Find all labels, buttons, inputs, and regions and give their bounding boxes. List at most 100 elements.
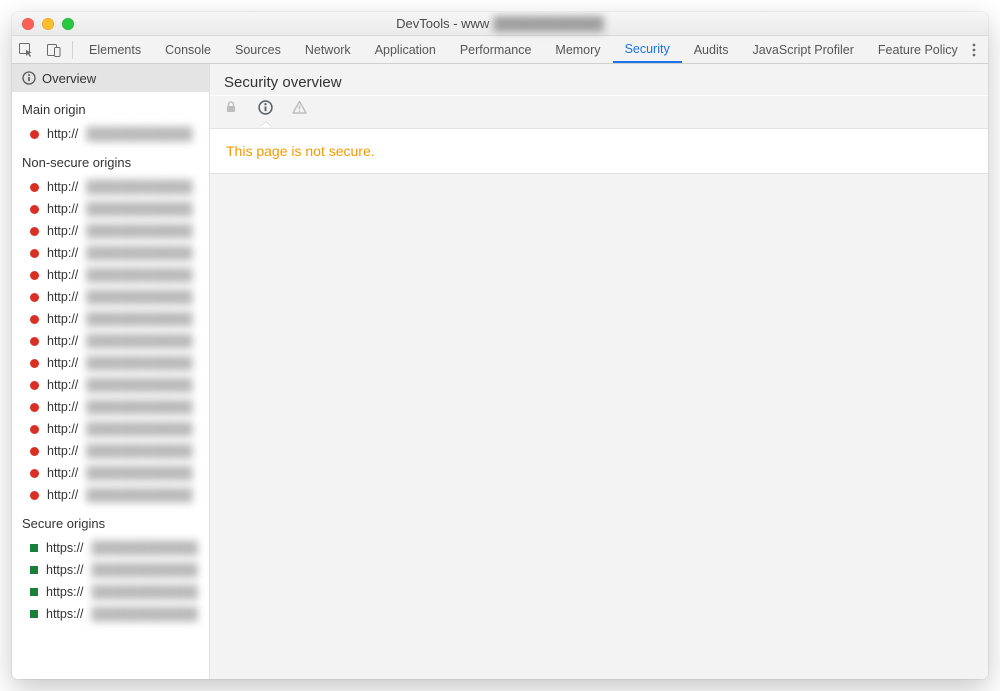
secure-indicator-icon	[30, 610, 38, 618]
origin-item[interactable]: http:// ████████████	[12, 374, 209, 396]
origin-scheme: http://	[47, 246, 78, 260]
tab-javascript-profiler[interactable]: JavaScript Profiler	[740, 36, 865, 63]
origin-item[interactable]: http://████████████	[12, 220, 209, 242]
window-title: DevTools - www ████████████	[12, 16, 988, 31]
insecure-indicator-icon	[30, 447, 39, 456]
origin-host-redacted: ████████████	[86, 334, 192, 348]
origin-scheme: http://	[47, 356, 78, 370]
origin-item[interactable]: http:// ████████████	[12, 440, 209, 462]
origin-scheme: http://	[47, 422, 78, 436]
insecure-indicator-icon	[30, 205, 39, 214]
origin-item[interactable]: http://████████████	[12, 484, 209, 506]
tab-sources[interactable]: Sources	[223, 36, 293, 63]
origin-scheme: http://	[47, 268, 78, 282]
tab-network[interactable]: Network	[293, 36, 363, 63]
origin-item[interactable]: http://████████████	[12, 242, 209, 264]
origin-scheme: http://	[47, 400, 78, 414]
origin-host-redacted: ████████████	[86, 444, 192, 458]
origin-scheme: http://	[47, 312, 78, 326]
origin-scheme: https://	[46, 563, 84, 577]
tab-elements[interactable]: Elements	[77, 36, 153, 63]
origin-item[interactable]: https://████████████	[12, 603, 209, 625]
origin-host-redacted: ████████████	[92, 563, 198, 577]
origin-item[interactable]: http:// ████████████	[12, 418, 209, 440]
origin-scheme: http://	[47, 378, 78, 392]
origin-scheme: https://	[46, 607, 84, 621]
insecure-indicator-icon	[30, 359, 39, 368]
minimize-window-button[interactable]	[42, 18, 54, 30]
insecure-indicator-icon	[30, 227, 39, 236]
tab-security[interactable]: Security	[613, 36, 682, 63]
origin-item[interactable]: http:// ████████████	[12, 264, 209, 286]
tab-application[interactable]: Application	[363, 36, 448, 63]
inspect-element-icon[interactable]	[12, 36, 40, 63]
sidebar-section-title: Main origin	[12, 92, 209, 123]
insecure-indicator-icon	[30, 271, 39, 280]
warning-triangle-icon[interactable]	[292, 100, 308, 116]
origin-host-redacted: ████████████	[86, 466, 192, 480]
origin-item[interactable]: http://████████████	[12, 330, 209, 352]
origin-scheme: http://	[47, 444, 78, 458]
insecure-indicator-icon	[30, 337, 39, 346]
security-status-panel: This page is not secure.	[210, 128, 988, 174]
secure-indicator-icon	[30, 544, 38, 552]
origin-item[interactable]: http:// ████████████	[12, 308, 209, 330]
origin-item[interactable]: https://████████████	[12, 537, 209, 559]
security-state-icons	[210, 96, 988, 126]
origin-item[interactable]: http:// ████████████	[12, 462, 209, 484]
origin-host-redacted: ████████████	[86, 378, 192, 392]
security-main-panel: Security overview This page is not secur…	[210, 64, 988, 679]
close-window-button[interactable]	[22, 18, 34, 30]
insecure-indicator-icon	[30, 491, 39, 500]
insecure-indicator-icon	[30, 249, 39, 258]
sidebar-section-title: Non-secure origins	[12, 145, 209, 176]
devtools-tabbar: ElementsConsoleSourcesNetworkApplication…	[12, 36, 988, 64]
origin-host-redacted: ████████████	[86, 312, 192, 326]
origin-item[interactable]: http://████████████	[12, 176, 209, 198]
origin-item[interactable]: http://████████████	[12, 352, 209, 374]
sidebar-section-title: Secure origins	[12, 506, 209, 537]
security-overview-heading: Security overview	[210, 64, 988, 96]
origin-item[interactable]: https://████████████	[12, 581, 209, 603]
origin-item[interactable]: http://████████████	[12, 286, 209, 308]
insecure-indicator-icon	[30, 293, 39, 302]
insecure-indicator-icon	[30, 403, 39, 412]
window-controls	[12, 18, 74, 30]
origin-item[interactable]: http://████████████	[12, 123, 209, 145]
separator	[72, 41, 73, 59]
origin-scheme: http://	[47, 466, 78, 480]
titlebar: DevTools - www ████████████	[12, 12, 988, 36]
tab-memory[interactable]: Memory	[543, 36, 612, 63]
origin-host-redacted: ████████████	[92, 585, 198, 599]
origin-host-redacted: ████████████	[86, 422, 192, 436]
sidebar-overview-item[interactable]: Overview	[12, 64, 209, 92]
tab-performance[interactable]: Performance	[448, 36, 544, 63]
origin-host-redacted: ████████████	[86, 400, 192, 414]
more-options-icon[interactable]	[960, 36, 988, 63]
security-sidebar: Overview Main origin http:// ████████████ N…	[12, 64, 210, 679]
origin-scheme: http://	[47, 290, 78, 304]
insecure-indicator-icon	[30, 425, 39, 434]
device-toolbar-icon[interactable]	[40, 36, 68, 63]
insecure-indicator-icon	[30, 130, 39, 139]
tab-console[interactable]: Console	[153, 36, 223, 63]
origin-scheme: http://	[47, 488, 78, 502]
info-icon[interactable]	[258, 100, 274, 116]
origin-host-redacted: ████████████	[86, 268, 192, 282]
devtools-window: DevTools - www ████████████ ElementsCons…	[12, 12, 988, 679]
origin-item[interactable]: http:// ████████████	[12, 396, 209, 418]
origin-scheme: http://	[47, 224, 78, 238]
insecure-indicator-icon	[30, 469, 39, 478]
origin-scheme: http://	[47, 202, 78, 216]
secure-indicator-icon	[30, 566, 38, 574]
origin-item[interactable]: http://████████████	[12, 198, 209, 220]
insecure-indicator-icon	[30, 315, 39, 324]
tab-feature-policy[interactable]: Feature Policy	[866, 36, 960, 63]
origin-host-redacted: ████████████	[92, 541, 198, 555]
insecure-indicator-icon	[30, 381, 39, 390]
zoom-window-button[interactable]	[62, 18, 74, 30]
lock-icon[interactable]	[224, 100, 240, 116]
tab-audits[interactable]: Audits	[682, 36, 741, 63]
origin-host-redacted: ████████████	[86, 127, 192, 141]
origin-item[interactable]: https:// ████████████	[12, 559, 209, 581]
